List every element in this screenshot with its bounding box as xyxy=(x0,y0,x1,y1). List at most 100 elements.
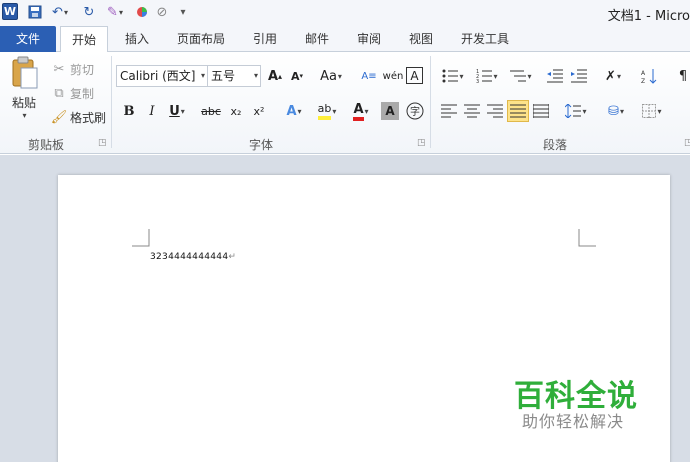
character-shading-icon[interactable]: A xyxy=(381,102,399,120)
bullets-icon xyxy=(442,69,459,83)
numbering-icon: 123 xyxy=(476,69,493,83)
shrink-font-button[interactable]: A ▾ xyxy=(286,65,308,87)
enclose-characters-icon[interactable]: 字 xyxy=(404,100,426,122)
paint-bucket-icon: ⛁ xyxy=(608,103,619,119)
superscript-button[interactable]: x² xyxy=(248,100,270,122)
align-center-button[interactable] xyxy=(461,100,483,122)
group-divider xyxy=(430,56,431,148)
copy-button[interactable]: ⧉ 复制 xyxy=(50,84,94,102)
borders-button[interactable]: ▾ xyxy=(638,100,666,122)
tab-mailings[interactable]: 邮件 xyxy=(300,26,334,52)
grow-font-button[interactable]: A ▴ xyxy=(264,65,286,87)
chevron-down-icon: ▾ xyxy=(200,71,205,80)
decrease-indent-icon[interactable] xyxy=(544,65,566,87)
svg-text:字: 字 xyxy=(410,105,420,118)
group-divider xyxy=(111,56,112,148)
svg-text:3: 3 xyxy=(476,79,479,83)
format-painter-icon: 🖌 xyxy=(50,109,68,125)
align-left-button[interactable] xyxy=(438,100,460,122)
copy-icon: ⧉ xyxy=(54,85,64,101)
tab-developer[interactable]: 开发工具 xyxy=(456,26,514,52)
chinese-layout-button[interactable]: ✗ ▾ xyxy=(598,65,628,87)
format-painter-label: 格式刷 xyxy=(70,110,107,125)
clipboard-group-label: 剪贴板 xyxy=(28,138,65,152)
window-title: 文档1 - Micro xyxy=(607,9,690,24)
copy-label: 复制 xyxy=(70,86,95,101)
cut-button[interactable]: ✂ 剪切 xyxy=(50,60,94,78)
font-group-label: 字体 xyxy=(249,138,274,152)
chevron-down-icon: ▾ xyxy=(253,71,258,80)
ribbon: 粘贴 ▾ ✂ 剪切 ⧉ 复制 🖌 格式刷 剪贴板 ◳ Calibri (西文] ▾… xyxy=(0,52,690,154)
format-painter-button[interactable]: 🖌 格式刷 xyxy=(50,108,106,126)
font-size-select[interactable]: 五号 ▾ xyxy=(207,65,261,87)
text-effects-button[interactable]: A ▾ xyxy=(280,100,308,122)
paragraph-group-label: 段落 xyxy=(543,138,568,152)
phonetic-guide-icon[interactable]: wén xyxy=(382,65,404,87)
line-spacing-icon xyxy=(565,104,582,118)
tab-references[interactable]: 引用 xyxy=(248,26,282,52)
paste-button[interactable]: 粘贴 ▾ xyxy=(6,56,42,126)
borders-icon xyxy=(642,104,657,118)
document-text[interactable]: 3234444444444↵ xyxy=(150,252,236,262)
justify-button[interactable] xyxy=(507,100,529,122)
change-case-label: Aa xyxy=(320,68,337,84)
tab-review[interactable]: 审阅 xyxy=(352,26,386,52)
customize-toolbar-icon[interactable]: ▾ xyxy=(178,3,188,21)
tab-page-layout[interactable]: 页面布局 xyxy=(172,26,230,52)
svg-text:A: A xyxy=(641,70,646,77)
shading-button[interactable]: ⛁ ▾ xyxy=(602,100,630,122)
color-wheel-icon[interactable] xyxy=(134,3,150,21)
margin-corner-top-right xyxy=(578,229,596,247)
title-bar: W ↶ ▾ ↻ ✎ ▾ ⊘ ▾ 文档1 - Micro xyxy=(0,0,690,26)
paragraph-launcher-icon[interactable]: ◳ xyxy=(684,138,690,148)
paste-icon xyxy=(12,56,38,89)
paragraph-mark: ↵ xyxy=(228,252,237,262)
paste-label: 粘贴 xyxy=(11,96,36,110)
word-logo-icon[interactable]: W xyxy=(2,3,18,20)
highlighter-icon: ab xyxy=(317,102,332,120)
distributed-button[interactable] xyxy=(530,100,552,122)
bullets-button[interactable]: ▾ xyxy=(438,65,468,87)
sort-icon[interactable]: AZ xyxy=(638,65,660,87)
tab-insert[interactable]: 插入 xyxy=(120,26,154,52)
character-border-icon[interactable]: A xyxy=(406,67,423,84)
font-launcher-icon[interactable]: ◳ xyxy=(417,138,426,148)
increase-indent-icon[interactable] xyxy=(568,65,590,87)
bold-button[interactable]: B xyxy=(118,100,140,122)
scissors-icon: ✂ xyxy=(53,61,65,77)
strikethrough-button[interactable]: abc xyxy=(198,100,224,122)
save-icon[interactable] xyxy=(26,3,44,21)
tab-view[interactable]: 视图 xyxy=(404,26,438,52)
underline-label: U xyxy=(169,103,180,119)
redo-icon[interactable]: ↻ xyxy=(80,3,98,21)
tab-home[interactable]: 开始 xyxy=(60,26,108,53)
watermark-slogan: 助你轻松解决 xyxy=(522,412,625,431)
italic-button[interactable]: I xyxy=(141,100,163,122)
brush-icon[interactable]: ✎ ▾ xyxy=(102,3,128,21)
numbering-button[interactable]: 1 2 3 ▾ xyxy=(472,65,502,87)
align-right-button[interactable] xyxy=(484,100,506,122)
line-spacing-button[interactable]: ▾ xyxy=(562,100,590,122)
clear-formatting-icon[interactable]: A≡ xyxy=(358,65,380,87)
svg-text:Z: Z xyxy=(641,78,645,84)
cut-label: 剪切 xyxy=(70,62,95,77)
margin-corner-top-left xyxy=(132,229,150,247)
change-case-button[interactable]: Aa ▾ xyxy=(316,65,346,87)
font-color-icon: A xyxy=(353,102,364,121)
font-name-select[interactable]: Calibri (西文] ▾ xyxy=(116,65,208,87)
show-marks-icon[interactable]: ¶ xyxy=(672,65,690,87)
multilevel-list-button[interactable]: ▾ xyxy=(506,65,536,87)
undo-icon[interactable]: ↶ ▾ xyxy=(48,3,72,21)
clear-format-icon[interactable]: ⊘ xyxy=(154,3,170,21)
multilevel-list-icon xyxy=(510,70,527,82)
highlight-button[interactable]: ab ▾ xyxy=(312,100,342,122)
document-text-content: 3234444444444 xyxy=(150,252,229,262)
underline-button[interactable]: U ▾ xyxy=(164,100,190,122)
ribbon-tabs: 文件 开始 插入 页面布局 引用 邮件 审阅 视图 开发工具 xyxy=(0,26,690,53)
tab-file[interactable]: 文件 xyxy=(0,26,56,52)
clipboard-launcher-icon[interactable]: ◳ xyxy=(98,138,107,148)
font-color-button[interactable]: A ▾ xyxy=(346,100,376,122)
subscript-button[interactable]: x₂ xyxy=(225,100,247,122)
chinese-layout-icon: ✗ xyxy=(605,68,616,84)
paste-dropdown-icon[interactable]: ▾ xyxy=(22,111,26,120)
